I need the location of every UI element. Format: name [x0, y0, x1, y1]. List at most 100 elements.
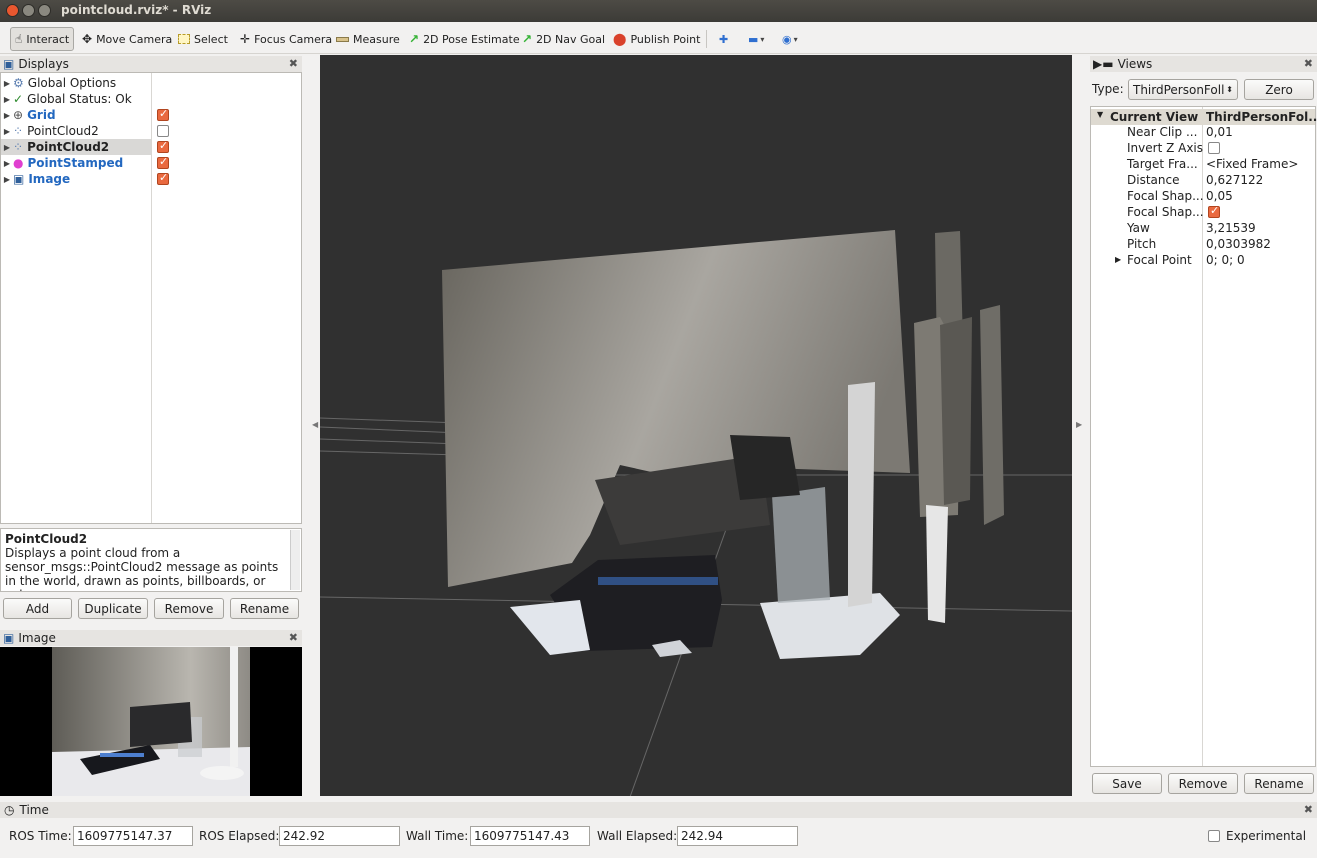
zero-view-button[interactable]: Zero: [1244, 79, 1314, 100]
tree-item-grid[interactable]: ▶ ⊕ Grid: [1, 107, 56, 123]
pointcloud2-b-enabled-checkbox[interactable]: [157, 139, 169, 153]
eye-view-icon[interactable]: ◉ ▾: [782, 27, 798, 51]
prop-yaw-value[interactable]: 3,21539: [1206, 221, 1256, 235]
toolbar: ☝ Interact ✥ Move Camera Select ✛ Focus Cam…: [0, 22, 1317, 54]
rename-view-button[interactable]: Rename: [1244, 773, 1314, 794]
ruler-icon: [336, 36, 349, 42]
green-arrow-icon: ↗: [522, 32, 533, 46]
close-icon[interactable]: ✖: [289, 57, 298, 70]
prop-yaw-label: Yaw: [1127, 221, 1150, 235]
add-tool-icon[interactable]: ✚: [719, 27, 728, 51]
ros-time-label: ROS Time:: [9, 829, 72, 843]
expand-arrow-icon[interactable]: ▶: [1, 95, 13, 104]
tree-item-image[interactable]: ▶ ▣ Image: [1, 171, 70, 187]
save-view-button[interactable]: Save: [1092, 773, 1162, 794]
hand-pointer-icon: ☝: [15, 32, 23, 46]
minimize-window-icon[interactable]: [22, 4, 35, 17]
maximize-window-icon[interactable]: [38, 4, 51, 17]
focus-crosshair-icon: ✛: [240, 32, 251, 46]
prop-focal-shape-fixed-label: Focal Shap...: [1127, 205, 1204, 219]
spinner-icon: ⬍: [1226, 85, 1233, 94]
pointcloud-icon: ⁘: [13, 140, 24, 154]
pointstamped-enabled-checkbox[interactable]: [157, 155, 169, 169]
tree-item-global-options[interactable]: ▶ ⚙ Global Options: [1, 75, 116, 91]
check-status-icon: ✓: [13, 92, 24, 106]
expand-arrow-icon[interactable]: ▶: [1, 127, 13, 136]
interact-tool-button[interactable]: ☝ Interact: [10, 27, 75, 51]
prop-pitch-value[interactable]: 0,0303982: [1206, 237, 1271, 251]
tree-item-pointcloud2-b[interactable]: ▶ ⁘ PointCloud2: [1, 139, 151, 155]
duplicate-display-button[interactable]: Duplicate: [78, 598, 148, 619]
tree-item-pointcloud2-a[interactable]: ▶ ⁘ PointCloud2: [1, 123, 99, 139]
ros-elapsed-field[interactable]: 242.92: [279, 826, 400, 846]
select-tool-button[interactable]: Select: [178, 27, 228, 51]
pose-estimate-tool-button[interactable]: ↗ 2D Pose Estimate: [409, 27, 520, 51]
displays-tree: ▶ ⚙ Global Options ▶ ✓ Global Status: Ok…: [0, 72, 302, 524]
description-scrollbar[interactable]: [290, 530, 300, 590]
3d-viewport[interactable]: [320, 55, 1072, 796]
remove-display-button[interactable]: Remove: [154, 598, 224, 619]
close-icon[interactable]: ✖: [289, 631, 298, 644]
prop-near-clip-value[interactable]: 0,01: [1206, 125, 1233, 139]
rename-display-button[interactable]: Rename: [230, 598, 299, 619]
column-divider: [151, 73, 152, 523]
focal-shape-fixed-checkbox[interactable]: [1208, 204, 1220, 218]
add-display-button[interactable]: Add: [3, 598, 72, 619]
wall-time-field[interactable]: 1609775147.43: [470, 826, 590, 846]
expand-arrow-icon[interactable]: ▶: [1, 175, 13, 184]
camera-image: [52, 647, 250, 796]
tree-item-global-status[interactable]: ▶ ✓ Global Status: Ok: [1, 91, 132, 107]
map-pin-icon: ⬤: [613, 32, 627, 46]
prop-focal-point-label: Focal Point: [1127, 253, 1192, 267]
image-enabled-checkbox[interactable]: [157, 171, 169, 185]
prop-focal-shape-size-value[interactable]: 0,05: [1206, 189, 1233, 203]
remove-tool-icon[interactable]: ▬ ▾: [748, 27, 764, 51]
nav-goal-tool-button[interactable]: ↗ 2D Nav Goal: [522, 27, 605, 51]
displays-panel-header: ▣ Displays ✖: [0, 56, 302, 72]
close-icon[interactable]: ✖: [1304, 803, 1313, 816]
expand-arrow-icon[interactable]: ▶: [1115, 255, 1121, 264]
grid-enabled-checkbox[interactable]: [157, 107, 169, 121]
prop-invert-z-label: Invert Z Axis: [1127, 141, 1204, 155]
expand-arrow-icon[interactable]: ▶: [1, 111, 13, 120]
close-window-icon[interactable]: [6, 4, 19, 17]
move-arrows-icon: ✥: [82, 32, 93, 46]
green-arrow-icon: ↗: [409, 32, 420, 46]
close-icon[interactable]: ✖: [1304, 57, 1313, 70]
window-title: pointcloud.rviz* - RViz: [61, 3, 212, 17]
measure-tool-button[interactable]: Measure: [336, 27, 400, 51]
collapse-right-icon[interactable]: ▶: [1076, 420, 1082, 429]
prop-distance-label: Distance: [1127, 173, 1180, 187]
prop-target-frame-value[interactable]: <Fixed Frame>: [1206, 157, 1298, 171]
view-type-select[interactable]: ThirdPersonFoll ⬍: [1128, 79, 1238, 100]
camera-image-view: [0, 647, 302, 796]
invert-z-axis-checkbox[interactable]: [1208, 142, 1220, 154]
view-type-label: Type:: [1092, 82, 1124, 96]
description-text: Displays a point cloud from a sensor_msg…: [5, 546, 279, 591]
time-panel-header: ◷ Time ✖: [0, 802, 1317, 818]
image-icon: ▣: [13, 172, 25, 186]
expand-arrow-icon[interactable]: ▶: [1, 143, 13, 152]
tree-item-pointstamped[interactable]: ▶ ● PointStamped: [1, 155, 123, 171]
wall-elapsed-field[interactable]: 242.94: [677, 826, 798, 846]
image-icon: ▣: [3, 631, 15, 645]
image-panel-header: ▣ Image ✖: [0, 630, 302, 646]
expand-arrow-icon[interactable]: ▶: [1, 159, 13, 168]
prop-distance-value[interactable]: 0,627122: [1206, 173, 1263, 187]
pointcloud-icon: ⁘: [13, 124, 24, 138]
move-camera-tool-button[interactable]: ✥ Move Camera: [82, 27, 172, 51]
collapse-arrow-icon[interactable]: ▼: [1097, 110, 1103, 119]
prop-focal-point-value[interactable]: 0; 0; 0: [1206, 253, 1245, 267]
publish-point-tool-button[interactable]: ⬤ Publish Point: [613, 27, 700, 51]
expand-arrow-icon[interactable]: ▶: [1, 79, 13, 88]
views-property-tree: ▼ Current View ThirdPersonFol... Near Cl…: [1090, 106, 1317, 767]
views-panel-header: ▶▬ Views ✖: [1090, 56, 1317, 72]
gear-icon: ⚙: [13, 76, 24, 90]
ros-time-field[interactable]: 1609775147.37: [73, 826, 193, 846]
experimental-checkbox[interactable]: [1208, 830, 1220, 842]
pointcloud2-a-enabled-checkbox[interactable]: [157, 125, 169, 137]
collapse-left-icon[interactable]: ◀: [312, 420, 318, 429]
focus-camera-tool-button[interactable]: ✛ Focus Camera: [240, 27, 332, 51]
current-view-row[interactable]: ▼ Current View ThirdPersonFol...: [1091, 109, 1317, 125]
remove-view-button[interactable]: Remove: [1168, 773, 1238, 794]
